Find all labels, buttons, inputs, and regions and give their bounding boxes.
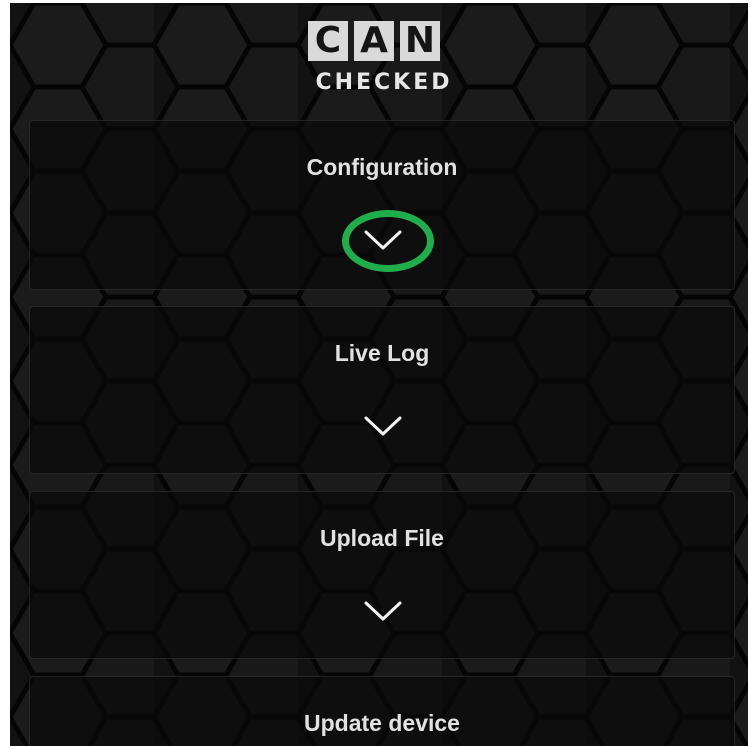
panel-configuration[interactable]: Configuration xyxy=(29,120,735,290)
panel-live-log[interactable]: Live Log xyxy=(29,306,735,474)
panel-title-live-log: Live Log xyxy=(334,340,430,366)
panel-title-upload-file: Upload File xyxy=(320,525,444,551)
logo-subtitle: CHECKED xyxy=(315,70,453,95)
panel-upload-file[interactable]: Upload File xyxy=(29,491,735,659)
chevron-down-icon[interactable] xyxy=(364,229,402,251)
logo-letter-a: A xyxy=(354,21,394,61)
logo-letter-tiles: C A N xyxy=(308,21,440,61)
panel-update-device[interactable]: Update device xyxy=(29,676,735,746)
panel-title-update-device: Update device xyxy=(304,710,460,736)
can-checked-logo: C A N CHECKED xyxy=(306,21,466,103)
screenshot-frame: C A N CHECKED Configuration Live Log Upl… xyxy=(0,0,752,746)
logo-letter-n: N xyxy=(400,21,440,61)
chevron-down-icon[interactable] xyxy=(364,415,402,437)
app-window: C A N CHECKED Configuration Live Log Upl… xyxy=(10,3,748,746)
chevron-down-icon[interactable] xyxy=(364,600,402,622)
logo-letter-c: C xyxy=(308,21,348,61)
panel-title-configuration: Configuration xyxy=(306,154,458,180)
